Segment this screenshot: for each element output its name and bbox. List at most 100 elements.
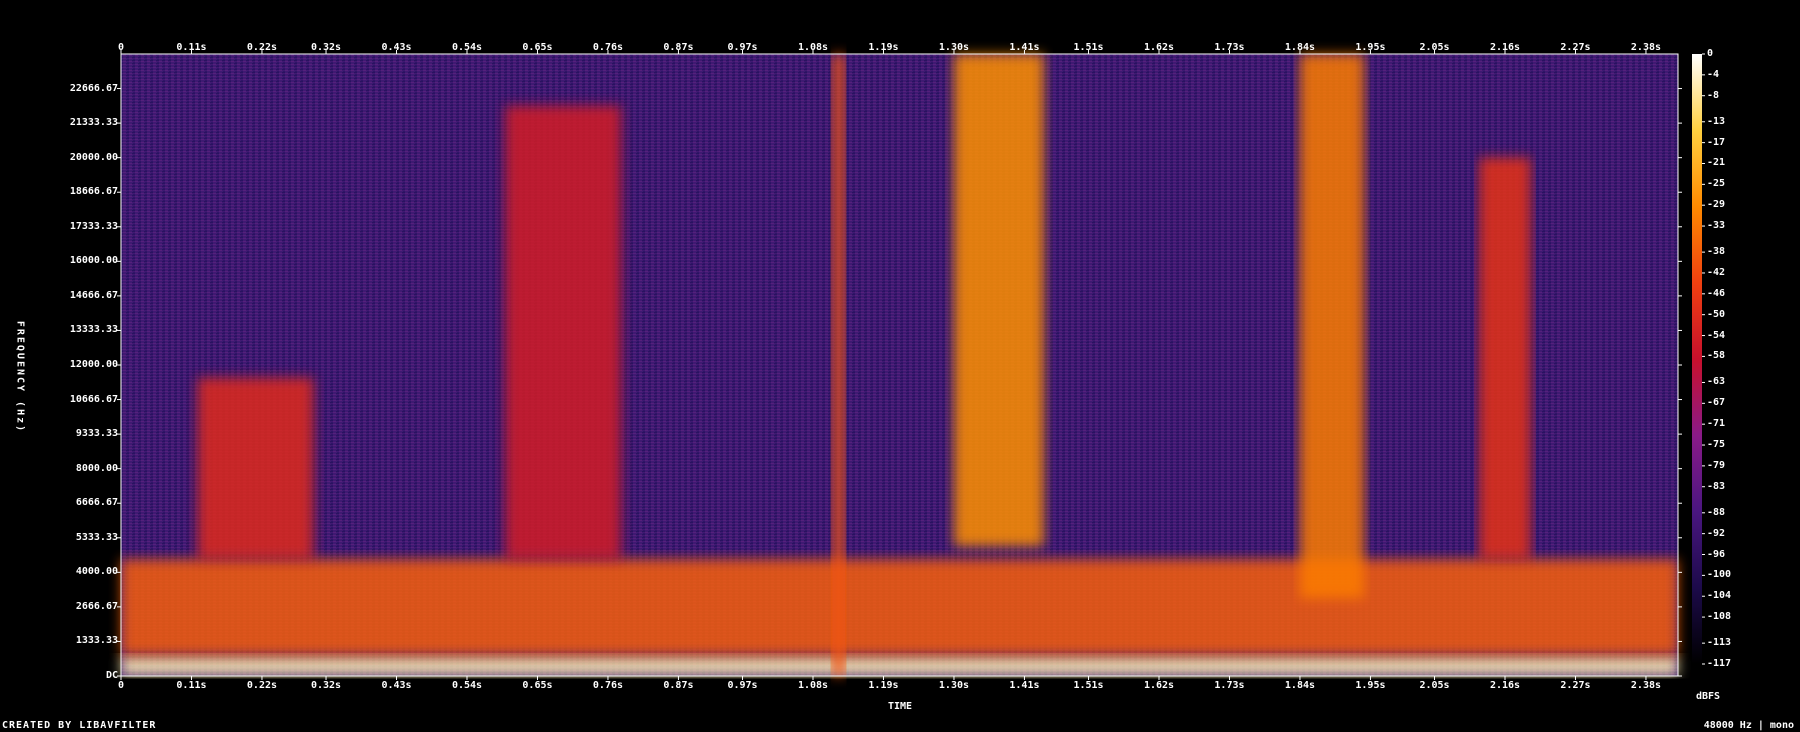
- x-tick-label-top: 0.43s: [381, 42, 412, 53]
- x-tick-label-top: 0.11s: [176, 42, 207, 53]
- x-tick-label-bottom: 0.87s: [663, 680, 694, 691]
- y-tick-label: 20000.00: [69, 151, 118, 163]
- x-tick-label-top: 2.38s: [1630, 42, 1662, 53]
- colorbar-tick-label: -79: [1707, 459, 1726, 471]
- x-tick-label-bottom: 0.32s: [310, 680, 342, 691]
- colorbar-tick-label: -71: [1707, 418, 1726, 430]
- spectral-energy-region: [121, 559, 1678, 656]
- x-tick-label-bottom: 1.08s: [797, 680, 829, 691]
- colorbar-tick-label: -8: [1707, 89, 1720, 101]
- x-tick-label-top: 1.08s: [797, 42, 829, 53]
- x-tick-label-bottom: 1.30s: [938, 680, 970, 691]
- spectrogram-chart: [117, 50, 1705, 680]
- x-tick-label-top: 0.97s: [727, 42, 758, 53]
- colorbar-tick-label: -21: [1707, 157, 1726, 169]
- x-tick-label-top: 2.16s: [1489, 42, 1521, 53]
- spectral-energy-region: [953, 54, 1044, 547]
- y-tick-label: 21333.33: [69, 117, 118, 129]
- colorbar-tick-label: -13: [1707, 115, 1726, 127]
- colorbar-tick-label: -46: [1707, 287, 1726, 299]
- y-axis-label: FREQUENCY (Hz): [14, 320, 26, 434]
- spectrogram-plot: [121, 54, 1678, 676]
- x-tick-label-bottom: 0.11s: [176, 680, 207, 691]
- spectral-energy-region: [197, 377, 314, 560]
- colorbar-tick-label: -63: [1707, 376, 1726, 388]
- x-tick-label-bottom: 0.97s: [727, 680, 758, 691]
- y-tick-label: 22666.67: [69, 82, 118, 94]
- colorbar-tick-label: -113: [1707, 637, 1732, 649]
- colorbar-tick-label: -38: [1707, 246, 1726, 258]
- x-tick-label-top: 1.84s: [1284, 42, 1316, 53]
- y-tick-label: 6666.67: [75, 497, 118, 509]
- y-tick-label: 1333.33: [75, 635, 118, 647]
- y-tick-label: 2666.67: [75, 600, 118, 612]
- colorbar-unit: dBFS: [1696, 691, 1721, 702]
- x-tick-label-top: 1.73s: [1214, 42, 1245, 53]
- colorbar-tick-label: -92: [1707, 527, 1726, 539]
- spectral-energy-region: [1299, 54, 1365, 599]
- x-tick-label-bottom: 1.73s: [1214, 680, 1245, 691]
- x-axis-label: TIME: [887, 701, 913, 712]
- x-tick-label-bottom: 0: [117, 680, 125, 691]
- colorbar-tick-label: -67: [1707, 397, 1726, 409]
- x-tick-label-bottom: 1.51s: [1073, 680, 1104, 691]
- x-tick-label-top: 2.05s: [1419, 42, 1450, 53]
- colorbar-tick-label: 0: [1707, 48, 1714, 59]
- x-tick-label-top: 0.54s: [451, 42, 483, 53]
- y-tick-label: 4000.00: [75, 566, 118, 578]
- x-tick-label-top: 0: [117, 42, 125, 53]
- spectral-energy-region: [121, 655, 1678, 676]
- x-tick-label-bottom: 0.22s: [246, 680, 278, 691]
- x-tick-label-top: 1.51s: [1073, 42, 1104, 53]
- colorbar-tick-label: -42: [1707, 266, 1726, 278]
- colorbar-tick-label: -50: [1707, 308, 1726, 320]
- x-tick-label-top: 2.27s: [1560, 42, 1591, 53]
- x-tick-label-top: 0.76s: [592, 42, 624, 53]
- colorbar-tick-label: -33: [1707, 220, 1726, 232]
- x-tick-label-bottom: 2.16s: [1489, 680, 1521, 691]
- x-tick-label-bottom: 2.38s: [1630, 680, 1662, 691]
- y-tick-label: 18666.67: [69, 186, 118, 198]
- y-tick-label: 14666.67: [69, 289, 118, 301]
- colorbar-tick-label: -117: [1707, 658, 1732, 669]
- x-tick-label-bottom: 1.84s: [1284, 680, 1316, 691]
- spectral-energy-region: [505, 105, 621, 560]
- format-caption: 48000 Hz | mono: [1703, 720, 1794, 731]
- colorbar-tick-label: -54: [1707, 329, 1726, 341]
- colorbar-tick-label: -4: [1707, 68, 1720, 80]
- x-tick-label-top: 1.62s: [1143, 42, 1175, 53]
- x-tick-label-bottom: 0.43s: [381, 680, 412, 691]
- colorbar-tick-label: -83: [1707, 480, 1726, 492]
- x-tick-label-top: 0.22s: [246, 42, 278, 53]
- y-tick-label: DC: [105, 670, 118, 681]
- x-tick-label-bottom: 1.19s: [868, 680, 899, 691]
- x-tick-label-bottom: 0.54s: [451, 680, 483, 691]
- x-tick-label-top: 0.87s: [663, 42, 694, 53]
- y-tick-label: 16000.00: [69, 255, 118, 267]
- spectral-energy-region: [832, 54, 846, 676]
- x-tick-label-top: 1.95s: [1355, 42, 1386, 53]
- x-tick-label-top: 0.65s: [522, 42, 553, 53]
- colorbar-tick-label: -88: [1707, 506, 1726, 518]
- colorbar-tick-label: -17: [1707, 136, 1726, 148]
- colorbar-tick-label: -75: [1707, 439, 1726, 451]
- colorbar-tick-label: -25: [1707, 178, 1726, 190]
- colorbar-tick-label: -96: [1707, 548, 1726, 560]
- colorbar-tick-label: -108: [1707, 611, 1732, 623]
- creator-caption: CREATED BY LIBAVFILTER: [2, 720, 157, 731]
- x-tick-label-top: 1.30s: [938, 42, 970, 53]
- x-tick-label-bottom: 1.62s: [1143, 680, 1175, 691]
- x-tick-label-bottom: 2.27s: [1560, 680, 1591, 691]
- colorbar-tick-label: -58: [1707, 350, 1726, 362]
- spectral-energy-region: [1479, 157, 1531, 560]
- x-tick-label-bottom: 1.41s: [1009, 680, 1040, 691]
- colorbar-tick-label: -29: [1707, 199, 1726, 211]
- x-tick-label-bottom: 0.65s: [522, 680, 553, 691]
- y-tick-label: 8000.00: [75, 462, 118, 474]
- x-tick-label-bottom: 2.05s: [1419, 680, 1450, 691]
- x-tick-label-bottom: 0.76s: [592, 680, 624, 691]
- colorbar-tick-label: -104: [1707, 590, 1732, 602]
- y-tick-label: 17333.33: [69, 220, 118, 232]
- colorbar: [1692, 54, 1702, 664]
- colorbar-tick-label: -100: [1707, 569, 1732, 581]
